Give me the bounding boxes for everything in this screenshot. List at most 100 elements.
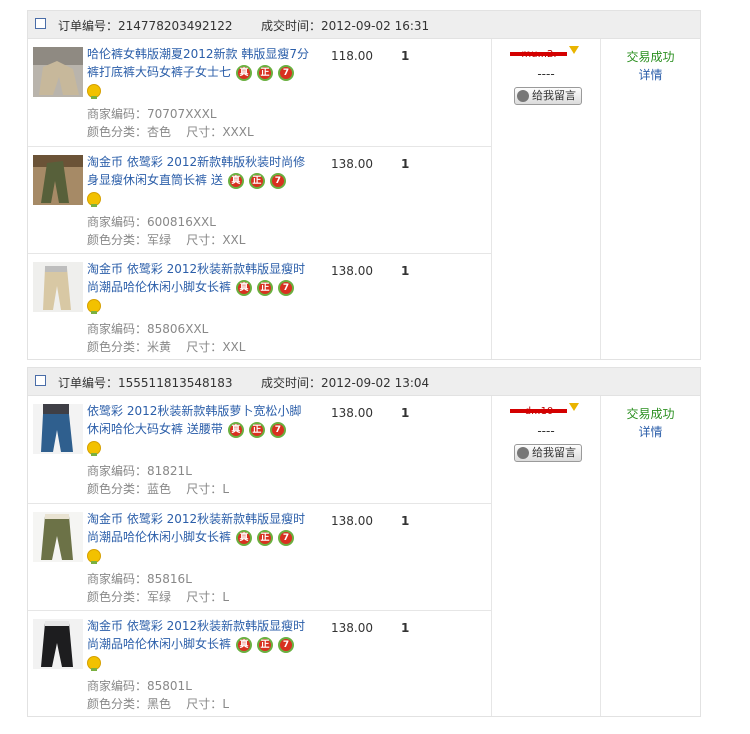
seven-day-return-icon: 7 — [269, 421, 286, 438]
item-quantity: 1 — [401, 157, 410, 171]
genuine-badge-icon: 正 — [248, 421, 265, 438]
sku-info: 颜色分类：军绿 尺寸：XXL — [87, 231, 245, 248]
filter-icon[interactable] — [569, 403, 579, 411]
product-title-text[interactable]: 哈伦裤女韩版潮夏2012新款 韩版显瘦7分裤打底裤大码女裤子女士七 — [87, 47, 309, 79]
order-number-label: 订单编号： — [58, 19, 119, 33]
item-price: 138.00 — [331, 514, 373, 528]
order-time: 成交时间：2012-09-02 16:31 — [261, 17, 429, 34]
order-item: 淘金币 依鹭彩 2012秋装新款韩版显瘦时尚潮品哈伦休闲小脚女长裤真正 7 商家编… — [28, 253, 491, 361]
order-header: 订单编号：214778203492122 成交时间：2012-09-02 16:… — [28, 11, 700, 39]
order-item: 哈伦裤女韩版潮夏2012新款 韩版显瘦7分裤打底裤大码女裤子女士七真正 7 商家编… — [28, 39, 491, 146]
order-time: 成交时间：2012-09-02 13:04 — [261, 374, 429, 391]
bulb-icon — [87, 298, 101, 314]
product-title[interactable]: 淘金币 依鹭彩 2012秋装新款韩版显瘦时尚潮品哈伦休闲小脚女长裤真正 7 — [87, 260, 312, 314]
status-column: 交易成功 详情 — [600, 405, 701, 441]
merchant-code-value: 85816L — [147, 572, 192, 586]
sku-info: 颜色分类：杏色 尺寸：XXXL — [87, 123, 254, 140]
authentic-badge-icon: 真 — [236, 636, 253, 653]
authentic-badge-icon: 真 — [236, 529, 253, 546]
size-label: 尺寸： — [186, 590, 223, 604]
size-value: L — [222, 697, 229, 711]
detail-link[interactable]: 详情 — [600, 66, 701, 84]
product-thumbnail[interactable] — [33, 47, 83, 97]
product-title[interactable]: 淘金币 依鹭彩 2012新款韩版秋装时尚修身显瘦休闲女直筒长裤 送真正7 — [87, 153, 312, 207]
genuine-badge-icon: 正 — [257, 529, 274, 546]
leave-message-button[interactable]: 给我留言 — [514, 87, 582, 105]
product-title[interactable]: 依鹭彩 2012秋装新款韩版萝卜宽松小脚休闲哈伦大码女裤 送腰带真正 7 — [87, 402, 312, 456]
trade-status: 交易成功 — [626, 50, 675, 64]
product-title[interactable]: 淘金币 依鹭彩 2012秋装新款韩版显瘦时尚潮品哈伦休闲小脚女长裤真正 7 — [87, 617, 312, 671]
trade-status: 交易成功 — [626, 407, 675, 421]
order-body: 依鹭彩 2012秋装新款韩版萝卜宽松小脚休闲哈伦大码女裤 送腰带真正 7 商家编码… — [28, 396, 700, 716]
merchant-code-label: 商家编码： — [87, 464, 148, 478]
merchant-code-value: 81821L — [147, 464, 192, 478]
merchant-code-value: 85806XXL — [147, 322, 209, 336]
merchant-code-label: 商家编码： — [87, 679, 148, 693]
color-value: 米黄 — [147, 340, 172, 354]
size-value: XXXL — [222, 125, 254, 139]
product-thumbnail[interactable] — [33, 262, 83, 312]
order-time-label: 成交时间： — [261, 19, 322, 33]
genuine-badge-icon: 正 — [257, 636, 274, 653]
chat-icon — [517, 90, 529, 102]
color-label: 颜色分类： — [87, 482, 148, 496]
size-value: XXL — [222, 233, 246, 247]
merchant-code: 商家编码：85816L — [87, 570, 192, 587]
order-item: 淘金币 依鹭彩 2012秋装新款韩版显瘦时尚潮品哈伦休闲小脚女长裤真正 7 商家编… — [28, 503, 491, 611]
sku-info: 颜色分类：米黄 尺寸：XXL — [87, 338, 245, 355]
order-card: 订单编号：214778203492122 成交时间：2012-09-02 16:… — [27, 10, 701, 360]
redaction-mark — [510, 409, 567, 413]
product-thumbnail[interactable] — [33, 404, 83, 454]
color-value: 军绿 — [147, 590, 172, 604]
order-number-label: 订单编号： — [58, 376, 119, 390]
size-label: 尺寸： — [186, 233, 223, 247]
sku-info: 颜色分类：蓝色 尺寸：L — [87, 480, 229, 497]
bulb-icon — [87, 191, 101, 207]
product-title[interactable]: 淘金币 依鹭彩 2012秋装新款韩版显瘦时尚潮品哈伦休闲小脚女长裤真正 7 — [87, 510, 312, 564]
color-value: 黑色 — [147, 697, 172, 711]
color-value: 蓝色 — [147, 482, 172, 496]
order-time-value: 2012-09-02 16:31 — [321, 19, 430, 33]
buyer-placeholder: ---- — [537, 424, 555, 438]
leave-message-label: 给我留言 — [532, 446, 576, 459]
merchant-code-value: 70707XXXL — [147, 107, 217, 121]
item-quantity: 1 — [401, 264, 410, 278]
size-label: 尺寸： — [186, 340, 223, 354]
order-select-checkbox[interactable] — [35, 18, 46, 29]
color-value: 杏色 — [147, 125, 172, 139]
product-thumbnail[interactable] — [33, 155, 83, 205]
color-label: 颜色分类： — [87, 233, 148, 247]
authentic-badge-icon: 真 — [236, 279, 253, 296]
order-number: 订单编号：214778203492122 — [58, 17, 233, 34]
order-card: 订单编号：155511813548183 成交时间：2012-09-02 13:… — [27, 367, 701, 717]
column-divider — [491, 396, 492, 716]
order-item: 淘金币 依鹭彩 2012秋装新款韩版显瘦时尚潮品哈伦休闲小脚女长裤真正 7 商家编… — [28, 610, 491, 718]
color-label: 颜色分类： — [87, 590, 148, 604]
merchant-code-value: 600816XXL — [147, 215, 216, 229]
product-thumbnail[interactable] — [33, 619, 83, 669]
authentic-badge-icon: 真 — [227, 172, 244, 189]
color-value: 军绿 — [147, 233, 172, 247]
leave-message-button[interactable]: 给我留言 — [514, 444, 582, 462]
detail-link[interactable]: 详情 — [600, 423, 701, 441]
filter-icon[interactable] — [569, 46, 579, 54]
size-label: 尺寸： — [186, 697, 223, 711]
order-item: 淘金币 依鹭彩 2012新款韩版秋装时尚修身显瘦休闲女直筒长裤 送真正7 商家编… — [28, 146, 491, 254]
seven-day-return-icon: 7 — [278, 64, 295, 81]
order-number-value: 214778203492122 — [118, 19, 233, 33]
merchant-code-label: 商家编码： — [87, 572, 148, 586]
sku-info: 颜色分类：黑色 尺寸：L — [87, 695, 229, 712]
order-header: 订单编号：155511813548183 成交时间：2012-09-02 13:… — [28, 368, 700, 396]
item-quantity: 1 — [401, 621, 410, 635]
genuine-badge-icon: 正 — [248, 172, 265, 189]
merchant-code-label: 商家编码： — [87, 107, 148, 121]
order-number-value: 155511813548183 — [118, 376, 233, 390]
redaction-mark — [510, 52, 567, 56]
product-thumbnail[interactable] — [33, 512, 83, 562]
product-title[interactable]: 哈伦裤女韩版潮夏2012新款 韩版显瘦7分裤打底裤大码女裤子女士七真正 7 — [87, 45, 312, 99]
order-select-checkbox[interactable] — [35, 375, 46, 386]
seven-day-return-icon: 7 — [278, 279, 295, 296]
column-divider — [600, 396, 601, 716]
chat-icon — [517, 447, 529, 459]
order-time-label: 成交时间： — [261, 376, 322, 390]
